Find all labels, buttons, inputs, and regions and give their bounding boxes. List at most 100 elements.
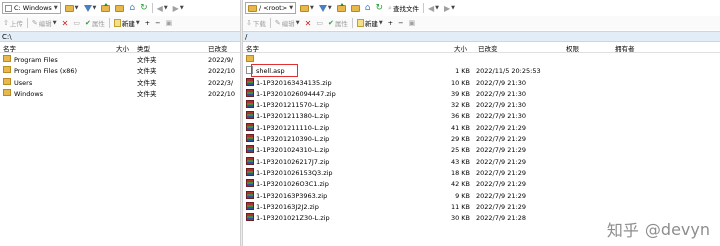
properties-label: 属性 <box>91 20 105 28</box>
local-root-button[interactable] <box>114 2 125 14</box>
remote-properties-button[interactable]: ✔ 属性 <box>327 17 349 29</box>
list-item[interactable]: 1-1P3201026094447.zip 39 KB 2022/7/9 21:30 <box>243 88 720 99</box>
back-arrow-icon: ◀ <box>156 3 163 13</box>
download-button[interactable]: ⇩ 下载 <box>245 17 267 29</box>
remote-refresh-button[interactable]: ↻ <box>374 2 384 14</box>
file-modified: 2022/11/5 20:25:53 <box>476 67 541 76</box>
download-label: 下载 <box>252 20 266 28</box>
list-item[interactable]: Windows 文件夹 2022/10 <box>0 88 240 99</box>
divider <box>351 18 353 28</box>
remote-dir-label: / <root> <box>259 4 288 12</box>
remote-filter-button[interactable]: ▼ <box>318 2 333 14</box>
remote-open-folder-button[interactable]: ▼ <box>299 2 315 14</box>
remote-root-button[interactable] <box>350 2 361 14</box>
select-icon: ▣ <box>408 19 416 27</box>
remote-delete-button[interactable]: ✕ <box>304 17 313 29</box>
file-type: 文件夹 <box>137 78 157 87</box>
filter-icon <box>318 4 327 12</box>
upload-button[interactable]: ⇧ 上传 <box>2 17 24 29</box>
remote-select-button[interactable]: ▣ <box>408 17 417 29</box>
file-modified: 2022/10 <box>208 67 236 76</box>
col-name[interactable]: 名字 <box>246 43 259 53</box>
search-icon: ⌕ <box>388 3 392 12</box>
archive-icon <box>246 134 254 143</box>
list-item[interactable]: 1-1P3201026O3C1.zip 42 KB 2022/7/9 21:29 <box>243 178 720 189</box>
remote-path[interactable]: / <box>243 31 720 42</box>
divider <box>108 18 110 28</box>
list-item[interactable]: 1-1P320163434135.zip 10 KB 2022/7/9 21:30 <box>243 77 720 88</box>
local-parent-dir-button[interactable] <box>100 2 111 14</box>
local-home-button[interactable]: ⌂ <box>128 2 136 14</box>
col-modified[interactable]: 已改变 <box>478 43 498 53</box>
parent-dir-row[interactable] <box>243 54 720 65</box>
edit-label: 编辑 <box>38 20 52 28</box>
list-item[interactable]: Program Files (x86) 文件夹 2022/10 <box>0 65 240 76</box>
chevron-down-icon: ▼ <box>92 5 97 11</box>
list-item[interactable]: Program Files 文件夹 2022/9/ <box>0 54 240 65</box>
file-name: 1-1P3201026094447.zip <box>256 89 336 98</box>
col-modified[interactable]: 已改变 <box>208 43 228 53</box>
list-item[interactable]: Users 文件夹 2022/3/ <box>0 77 240 88</box>
remote-remove-button[interactable]: − <box>397 17 404 29</box>
local-edit-button[interactable]: ✎ 编辑 ▼ <box>31 17 58 29</box>
file-modified: 2022/7/9 21:30 <box>476 101 526 110</box>
col-permissions[interactable]: 权限 <box>566 43 579 53</box>
remote-home-button[interactable]: ⌂ <box>364 2 372 14</box>
local-back-button[interactable]: ◀ ▼ <box>156 2 169 14</box>
remote-back-button[interactable]: ◀ ▼ <box>427 2 440 14</box>
remote-new-button[interactable]: 新建 ▼ <box>356 17 384 29</box>
highlight-box <box>251 64 298 77</box>
list-item[interactable]: 1-1P3201211570-L.zip 32 KB 2022/7/9 21:30 <box>243 99 720 110</box>
list-item[interactable]: 1-1P3201026153Q3.zip 18 KB 2022/7/9 21:29 <box>243 167 720 178</box>
refresh-icon: ↻ <box>375 2 384 13</box>
folder-icon <box>3 55 11 62</box>
local-rename-button[interactable]: ▭ <box>72 17 81 29</box>
list-item[interactable]: 1-1P3201211110-L.zip 41 KB 2022/7/9 21:29 <box>243 122 720 133</box>
list-item[interactable]: 1-1P3201024310-L.zip 25 KB 2022/7/9 21:29 <box>243 144 720 155</box>
file-modified: 2022/7/9 21:28 <box>476 214 526 223</box>
local-add-button[interactable]: + <box>144 17 151 29</box>
col-size[interactable]: 大小 <box>454 43 467 53</box>
list-item[interactable]: 1-1P3201210390-L.zip 29 KB 2022/7/9 21:29 <box>243 133 720 144</box>
file-type: 文件夹 <box>137 67 157 76</box>
remote-forward-button[interactable]: ▶ ▼ <box>443 2 456 14</box>
local-remove-button[interactable]: − <box>154 17 161 29</box>
local-path[interactable]: C:\ <box>0 31 240 42</box>
col-name[interactable]: 名字 <box>3 43 16 53</box>
remote-dir-select[interactable]: / <root> ▼ <box>245 2 297 14</box>
local-filter-button[interactable]: ▼ <box>83 2 98 14</box>
remote-parent-dir-button[interactable] <box>336 2 347 14</box>
file-size: 43 KB <box>450 157 470 166</box>
file-size: 29 KB <box>450 135 470 144</box>
list-item[interactable]: 1-1P3201211380-L.zip 36 KB 2022/7/9 21:30 <box>243 110 720 121</box>
local-delete-button[interactable]: ✕ <box>61 17 70 29</box>
local-open-folder-button[interactable]: ▼ <box>64 2 80 14</box>
list-item[interactable]: shell.asp 1 KB 2022/11/5 20:25:53 <box>243 65 720 76</box>
remote-rename-button[interactable]: ▭ <box>315 17 324 29</box>
local-forward-button[interactable]: ▶ ▼ <box>172 2 185 14</box>
col-owner[interactable]: 拥有者 <box>615 43 635 53</box>
folder-icon <box>3 66 11 74</box>
file-size: 25 KB <box>450 146 470 155</box>
remote-add-button[interactable]: + <box>387 17 394 29</box>
local-refresh-button[interactable]: ↻ <box>139 2 149 14</box>
col-type[interactable]: 类型 <box>137 43 150 53</box>
home-icon: ⌂ <box>364 2 371 13</box>
drive-icon <box>5 4 12 12</box>
new-file-icon <box>113 19 121 27</box>
list-item[interactable]: 1-1P320163J2J2.zip 11 KB 2022/7/9 21:29 <box>243 201 720 212</box>
local-new-button[interactable]: 新建 ▼ <box>113 17 141 29</box>
find-files-button[interactable]: ⌕ 查找文件 <box>387 2 420 14</box>
col-size[interactable]: 大小 <box>116 43 129 53</box>
file-modified: 2022/7/9 21:29 <box>476 123 526 132</box>
local-drive-select[interactable]: C: Windows ▼ <box>2 2 61 14</box>
local-properties-button[interactable]: ✔ 属性 <box>84 17 106 29</box>
divider <box>269 18 271 28</box>
archive-icon <box>246 122 254 131</box>
rename-icon: ▭ <box>73 19 80 27</box>
list-item[interactable]: 1-1P3201026217J7.zip 43 KB 2022/7/9 21:29 <box>243 156 720 167</box>
properties-icon: ✔ <box>327 19 334 27</box>
local-select-button[interactable]: ▣ <box>165 17 174 29</box>
remote-edit-button[interactable]: ✎ 编辑 ▼ <box>274 17 301 29</box>
list-item[interactable]: 1-1P320163P3963.zip 9 KB 2022/7/9 21:29 <box>243 190 720 201</box>
